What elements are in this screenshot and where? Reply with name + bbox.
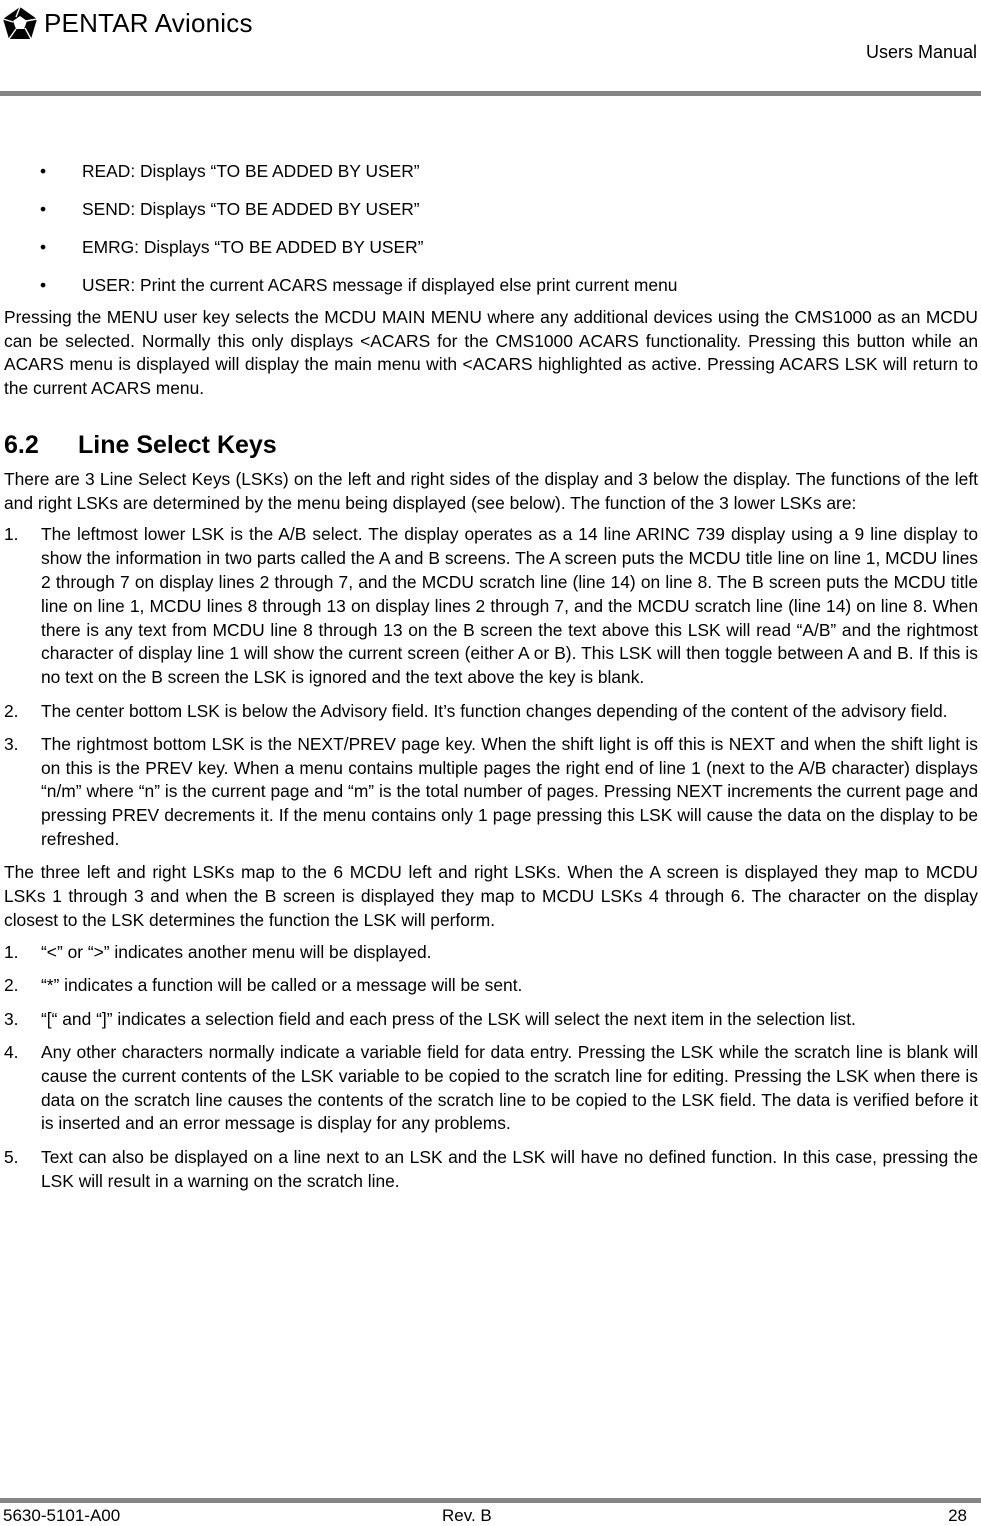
bullet-icon: •: [40, 161, 47, 181]
list-item: 2. “*” indicates a function will be calle…: [4, 975, 523, 996]
list-item: 5. Text can also be displayed on a line n…: [4, 1146, 978, 1191]
document-number: 5630-5101-A00: [3, 1506, 121, 1525]
menu-paragraph: Pressing the MENU user key selects the M…: [4, 306, 978, 399]
list-item: 1. “<” or “>” indicates another menu will…: [4, 941, 432, 962]
brand-name: PENTAR Avionics: [44, 7, 253, 38]
footer-rule: [0, 1498, 981, 1503]
document-type: Users Manual: [865, 42, 977, 62]
bullet-icon: •: [40, 236, 47, 257]
intro-paragraph: There are 3 Line Select Keys (LSKs) on t…: [4, 468, 978, 513]
list-item: 3. The rightmost bottom LSK is the NEXT/P…: [4, 733, 978, 850]
lower-lsk-list: 1. The leftmost lower LSK is the A/B sele…: [4, 523, 978, 852]
list-item: 2. The center bottom LSK is below the Adv…: [4, 700, 948, 721]
revision: Rev. B: [442, 1506, 492, 1525]
bullet-icon: •: [40, 274, 47, 295]
bullet-item: • READ: Displays “TO BE ADDED BY USER”: [4, 160, 978, 184]
bullet-item: • USER: Print the current ACARS message i…: [4, 274, 978, 298]
header-logo: PENTAR Avionics: [2, 6, 253, 40]
bullet-item: • EMRG: Displays “TO BE ADDED BY USER”: [4, 236, 978, 260]
mapping-paragraph: The three left and right LSKs map to the…: [4, 862, 978, 931]
list-item: 4. Any other characters normally indicate…: [4, 1042, 978, 1134]
section-title: Line Select Keys: [78, 430, 277, 459]
page-number: 28: [948, 1506, 967, 1525]
list-item: 1. The leftmost lower LSK is the A/B sele…: [4, 524, 978, 688]
section-number: 6.2: [4, 430, 39, 459]
pentar-logo-icon: [2, 6, 38, 40]
section-heading: 6.2 Line Select Keys: [4, 430, 978, 459]
bullet-list: • READ: Displays “TO BE ADDED BY USER” • S…: [4, 160, 978, 298]
bullet-icon: •: [40, 198, 47, 219]
bullet-item: • SEND: Displays “TO BE ADDED BY USER”: [4, 198, 978, 222]
list-item: 3. “[“ and “]” indicates a selection fiel…: [4, 1008, 856, 1029]
page-body: • READ: Displays “TO BE ADDED BY USER” • S…: [4, 160, 978, 1203]
character-function-list: 1. “<” or “>” indicates another menu will…: [4, 941, 978, 1194]
header-rule: [0, 91, 981, 96]
